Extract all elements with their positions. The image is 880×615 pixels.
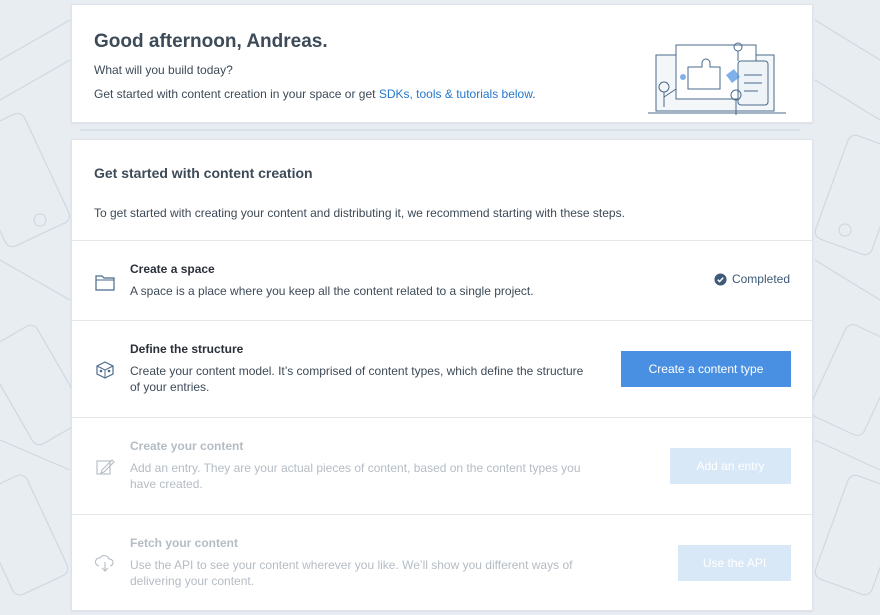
section-intro: To get started with creating your conten… [94,206,625,220]
content-creation-card: Get started with content creation To get… [71,139,813,611]
add-entry-button[interactable]: Add an entry [670,448,791,484]
greeting-title: Good afternoon, Andreas. [94,31,328,52]
step-create-content: Create your content Add an entry. They a… [72,417,812,514]
box-icon [96,361,114,379]
step-description: Add an entry. They are your actual piece… [130,461,581,491]
getting-started-line: Get started with content creation in you… [94,87,536,101]
welcome-card: Good afternoon, Andreas. What will you b… [71,4,813,123]
create-content-type-button[interactable]: Create a content type [621,351,791,387]
step-title: Define the structure [130,342,244,356]
step-title: Create a space [130,262,215,276]
step-fetch-content: Fetch your content Use the API to see yo… [72,514,812,611]
use-api-button[interactable]: Use the API [678,545,791,581]
section-title: Get started with content creation [94,165,313,181]
welcome-illustration [648,42,786,115]
step-title: Fetch your content [130,536,239,550]
line-prefix: Get started with content creation in you… [94,87,379,101]
completed-label: Completed [731,272,790,286]
step-description: A space is a place where you keep all th… [130,284,534,298]
build-question: What will you build today? [94,63,233,77]
pencil-icon [96,459,115,475]
step-define-structure: Define the structure Create your content… [72,320,812,417]
line-suffix: . [532,87,536,101]
cloud-download-icon [94,555,114,572]
step-title: Create your content [130,439,244,453]
step-create-space: Create a space A space is a place where … [72,240,812,320]
check-circle-icon [714,272,727,286]
step-description: Use the API to see your content wherever… [130,558,573,588]
step-description: Create your content model. It’s comprise… [130,364,584,394]
sdks-tools-link[interactable]: SDKs, tools & tutorials below [379,87,532,101]
completed-status: Completed [714,272,790,286]
folder-icon [95,275,115,291]
